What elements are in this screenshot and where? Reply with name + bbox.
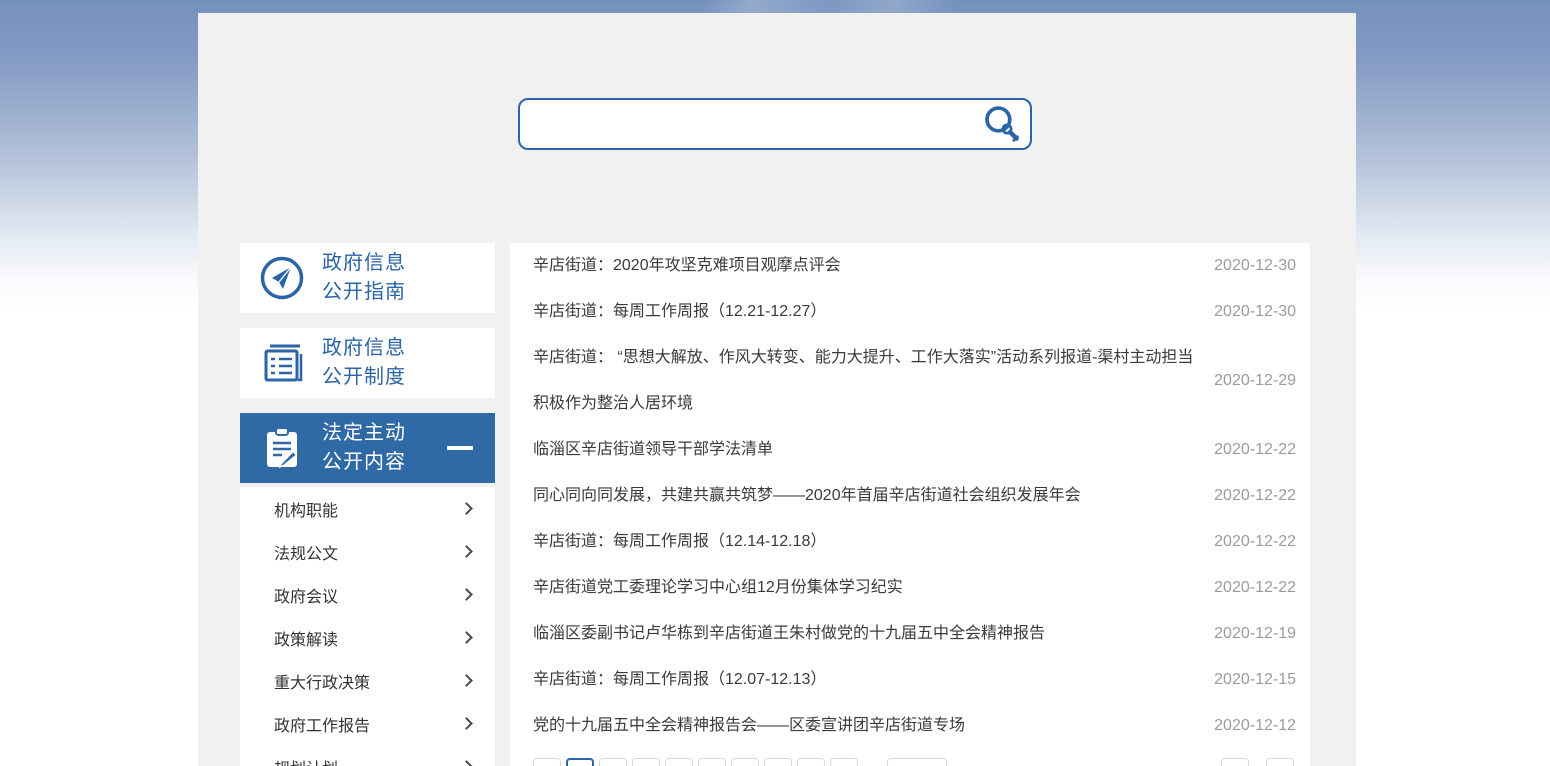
chevron-right-icon [460, 545, 473, 558]
chevron-right-icon [460, 717, 473, 730]
news-date: 2020-12-22 [1214, 565, 1296, 611]
submenu-item-label: 机构职能 [274, 497, 338, 521]
news-title[interactable]: 临淄区辛店街道领导干部学法清单 [533, 427, 1214, 473]
sidebar-item-gov-info-guide[interactable]: 政府信息 公开指南 [240, 243, 495, 313]
sidebar-item-label: 法定主动 公开内容 [322, 419, 406, 477]
submenu-item-policy-interpretation[interactable]: 政策解读 [240, 616, 495, 659]
news-date: 2020-12-30 [1214, 289, 1296, 335]
submenu-item-org-functions[interactable]: 机构职能 [240, 487, 495, 530]
pagination-button[interactable] [632, 758, 660, 766]
pagination-button[interactable] [797, 758, 825, 766]
news-title[interactable]: 辛店街道：2020年攻坚克难项目观摩点评会 [533, 243, 1214, 289]
news-row[interactable]: 临淄区委副书记卢华栋到辛店街道王朱村做党的十九届五中全会精神报告 2020-12… [533, 611, 1296, 657]
news-row[interactable]: 党的十九届五中全会精神报告会——区委宣讲团辛店街道专场 2020-12-12 [533, 703, 1296, 749]
search-bar [518, 98, 1032, 150]
news-row[interactable]: 辛店街道：每周工作周报（12.14-12.18） 2020-12-22 [533, 519, 1296, 565]
pagination-button[interactable] [698, 758, 726, 766]
clipboard-pencil-icon [257, 423, 307, 473]
sidebar-item-gov-info-system[interactable]: 政府信息 公开制度 [240, 328, 495, 398]
sidebar-item-label: 政府信息 公开制度 [322, 334, 406, 392]
submenu-item-label: 政府会议 [274, 583, 338, 607]
news-date: 2020-12-15 [1214, 657, 1296, 703]
news-title[interactable]: 同心同向同发展，共建共赢共筑梦——2020年首届辛店街道社会组织发展年会 [533, 473, 1214, 519]
search-button[interactable] [982, 104, 1022, 144]
sidebar-item-statutory-disclosure[interactable]: 法定主动 公开内容 [240, 413, 495, 483]
pagination-button[interactable] [731, 758, 759, 766]
pagination-button[interactable] [1221, 758, 1249, 766]
pagination-button[interactable] [764, 758, 792, 766]
news-date: 2020-12-12 [1214, 703, 1296, 749]
news-title[interactable]: 辛店街道：每周工作周报（12.21-12.27） [533, 289, 1214, 335]
chevron-right-icon [460, 760, 473, 766]
submenu-item-label: 政府工作报告 [274, 712, 370, 736]
search-input[interactable] [520, 100, 1030, 148]
page: 政府信息 公开指南 政府信息 公开制度 [0, 0, 1550, 766]
news-title[interactable]: 党的十九届五中全会精神报告会——区委宣讲团辛店街道专场 [533, 703, 1214, 749]
news-date: 2020-12-22 [1214, 519, 1296, 565]
news-row[interactable]: 辛店街道：每周工作周报（12.07-12.13） 2020-12-15 [533, 657, 1296, 703]
submenu-item-major-decisions[interactable]: 重大行政决策 [240, 659, 495, 702]
news-row[interactable]: 同心同向同发展，共建共赢共筑梦——2020年首届辛店街道社会组织发展年会 202… [533, 473, 1296, 519]
submenu-item-label: 法规公文 [274, 540, 338, 564]
sidebar-item-label: 政府信息 公开指南 [322, 249, 406, 307]
compass-icon [257, 253, 307, 303]
news-title[interactable]: 辛店街道党工委理论学习中心组12月份集体学习纪实 [533, 565, 1214, 611]
news-list: 辛店街道：2020年攻坚克难项目观摩点评会 2020-12-30 辛店街道：每周… [510, 243, 1310, 766]
chevron-right-icon [460, 588, 473, 601]
pagination [533, 758, 1296, 766]
news-date: 2020-12-22 [1214, 427, 1296, 473]
pagination-next-button[interactable] [887, 758, 947, 766]
pagination-button[interactable] [599, 758, 627, 766]
submenu-item-regulations[interactable]: 法规公文 [240, 530, 495, 573]
search-icon [982, 104, 1022, 144]
pagination-button[interactable] [665, 758, 693, 766]
submenu-item-plans[interactable]: 规划计划 [240, 745, 495, 766]
pagination-button[interactable] [830, 758, 858, 766]
submenu-item-gov-meetings[interactable]: 政府会议 [240, 573, 495, 616]
chevron-right-icon [460, 502, 473, 515]
news-date: 2020-12-19 [1214, 611, 1296, 657]
sidebar-submenu: 机构职能 法规公文 政府会议 政策解读 重大行政决策 [240, 487, 495, 766]
news-date: 2020-12-22 [1214, 473, 1296, 519]
sidebar: 政府信息 公开指南 政府信息 公开制度 [240, 243, 495, 766]
news-row[interactable]: 辛店街道：每周工作周报（12.21-12.27） 2020-12-30 [533, 289, 1296, 335]
news-date: 2020-12-29 [1214, 358, 1296, 404]
pagination-button[interactable] [533, 758, 561, 766]
news-title[interactable]: 辛店街道：每周工作周报（12.14-12.18） [533, 519, 1214, 565]
news-row[interactable]: 临淄区辛店街道领导干部学法清单 2020-12-22 [533, 427, 1296, 473]
pagination-button-current[interactable] [566, 758, 594, 766]
news-row[interactable]: 辛店街道： “思想大解放、作风大转变、能力大提升、工作大落实”活动系列报道-渠村… [533, 335, 1296, 427]
news-date: 2020-12-30 [1214, 243, 1296, 289]
submenu-item-gov-work-report[interactable]: 政府工作报告 [240, 702, 495, 745]
news-row[interactable]: 辛店街道党工委理论学习中心组12月份集体学习纪实 2020-12-22 [533, 565, 1296, 611]
pagination-button[interactable] [1266, 758, 1294, 766]
chevron-right-icon [460, 631, 473, 644]
collapse-minus-icon [447, 446, 473, 450]
ledger-icon [257, 338, 307, 388]
submenu-item-label: 政策解读 [274, 626, 338, 650]
news-row[interactable]: 辛店街道：2020年攻坚克难项目观摩点评会 2020-12-30 [533, 243, 1296, 289]
chevron-right-icon [460, 674, 473, 687]
submenu-item-label: 规划计划 [274, 755, 338, 766]
news-title[interactable]: 辛店街道： “思想大解放、作风大转变、能力大提升、工作大落实”活动系列报道-渠村… [533, 335, 1214, 427]
news-title[interactable]: 辛店街道：每周工作周报（12.07-12.13） [533, 657, 1214, 703]
submenu-item-label: 重大行政决策 [274, 669, 370, 693]
content-panel: 政府信息 公开指南 政府信息 公开制度 [198, 13, 1356, 766]
news-title[interactable]: 临淄区委副书记卢华栋到辛店街道王朱村做党的十九届五中全会精神报告 [533, 611, 1214, 657]
